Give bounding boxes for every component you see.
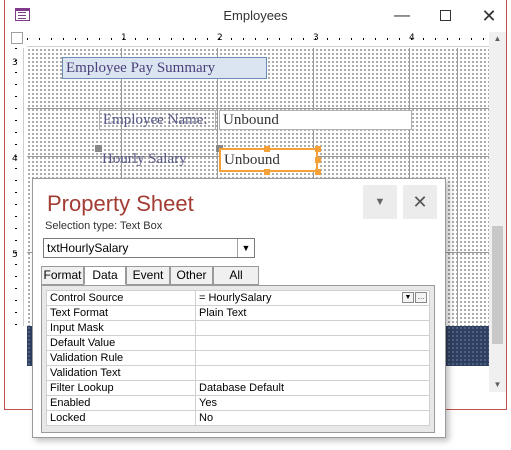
grid-line	[27, 108, 489, 109]
vertical-ruler[interactable]: 3 4 5	[9, 48, 24, 326]
tab-format[interactable]: Format	[41, 266, 84, 285]
title-bar: Employees — ✕	[5, 0, 506, 32]
ruler-number: 5	[12, 250, 18, 260]
property-value[interactable]: Plain Text	[195, 305, 430, 321]
resize-handle[interactable]	[315, 169, 321, 175]
employee-name-textbox[interactable]: Unbound	[219, 110, 412, 130]
tab-all[interactable]: All	[213, 266, 259, 285]
resize-handle[interactable]	[264, 146, 270, 152]
property-value[interactable]	[195, 320, 430, 336]
vertical-scrollbar[interactable]: ▲ ▼	[489, 32, 506, 392]
property-value[interactable]: = HourlySalary ▼ …	[195, 290, 430, 306]
property-row[interactable]: Validation Rule	[46, 350, 430, 366]
tab-event[interactable]: Event	[126, 266, 170, 285]
grid-line	[457, 48, 458, 326]
maximize-icon	[439, 10, 451, 22]
resize-handle[interactable]	[264, 169, 270, 175]
close-window-button[interactable]: ✕	[472, 4, 506, 28]
property-row[interactable]: Filter Lookup Database Default	[46, 380, 430, 396]
close-icon: ✕	[481, 6, 497, 26]
pane-options-button[interactable]: ▼	[363, 185, 397, 219]
property-row[interactable]: Input Mask	[46, 320, 430, 336]
selected-object: txtHourlySalary	[47, 241, 129, 255]
builder-ellipsis-icon[interactable]: …	[415, 292, 427, 303]
property-name: Validation Rule	[46, 350, 196, 366]
resize-handle[interactable]	[315, 157, 321, 163]
property-name: Enabled	[46, 395, 196, 411]
property-value[interactable]: Yes	[195, 395, 430, 411]
property-name: Validation Text	[46, 365, 196, 381]
pane-close-button[interactable]: ✕	[403, 185, 437, 219]
property-value[interactable]	[195, 335, 430, 351]
form-selector[interactable]	[11, 32, 23, 44]
selection-type: Selection type: Text Box	[45, 220, 163, 232]
ruler-number: 3	[313, 33, 319, 43]
property-row[interactable]: Enabled Yes	[46, 395, 430, 411]
scroll-thumb[interactable]	[492, 226, 503, 344]
close-icon: ✕	[412, 192, 428, 212]
tab-data[interactable]: Data	[84, 266, 126, 285]
property-row[interactable]: Text Format Plain Text	[46, 305, 430, 321]
maximize-button[interactable]	[428, 4, 462, 28]
property-name: Control Source	[46, 290, 196, 306]
scroll-down-icon[interactable]: ▼	[489, 378, 506, 392]
property-value[interactable]	[195, 365, 430, 381]
tab-other[interactable]: Other	[170, 266, 213, 285]
hourly-salary-label[interactable]: Hourly Salary	[99, 150, 219, 170]
ruler-number: 4	[12, 154, 18, 164]
property-name: Default Value	[46, 335, 196, 351]
scroll-up-icon[interactable]: ▲	[489, 32, 506, 46]
chevron-down-icon: ▼	[374, 196, 386, 208]
ruler-number: 2	[217, 33, 223, 43]
dropdown-arrow-icon[interactable]: ▼	[402, 292, 414, 303]
property-name: Text Format	[46, 305, 196, 321]
minimize-icon: —	[394, 7, 410, 24]
property-name: Locked	[46, 410, 196, 426]
property-name: Input Mask	[46, 320, 196, 336]
form-title-label[interactable]: Employee Pay Summary	[62, 57, 267, 79]
ruler-number: 3	[12, 58, 18, 68]
property-row[interactable]: Validation Text	[46, 365, 430, 381]
object-select[interactable]: txtHourlySalary ▼	[43, 238, 255, 258]
property-row[interactable]: Control Source = HourlySalary ▼ …	[46, 290, 430, 306]
horizontal-ruler[interactable]: 1 2 3 4	[27, 32, 489, 47]
property-row[interactable]: Default Value	[46, 335, 430, 351]
property-value[interactable]	[195, 350, 430, 366]
property-grid: Control Source = HourlySalary ▼ … Text F…	[46, 290, 430, 426]
property-value[interactable]: No	[195, 410, 430, 426]
employee-name-label[interactable]: Employee Name:	[99, 110, 216, 130]
property-row[interactable]: Locked No	[46, 410, 430, 426]
property-name: Filter Lookup	[46, 380, 196, 396]
ruler-number: 4	[409, 33, 415, 43]
property-sheet-pane: Property Sheet ▼ ✕ Selection type: Text …	[32, 178, 446, 438]
property-sheet-title: Property Sheet	[47, 191, 194, 216]
dropdown-arrow-icon[interactable]: ▼	[237, 239, 254, 257]
property-value[interactable]: Database Default	[195, 380, 430, 396]
resize-handle[interactable]	[315, 146, 321, 152]
property-value-text: = HourlySalary	[199, 292, 272, 304]
ruler-number: 1	[121, 33, 127, 43]
move-handle[interactable]	[95, 145, 102, 152]
minimize-button[interactable]: —	[385, 4, 419, 28]
property-grid-container: Control Source = HourlySalary ▼ … Text F…	[41, 285, 435, 433]
